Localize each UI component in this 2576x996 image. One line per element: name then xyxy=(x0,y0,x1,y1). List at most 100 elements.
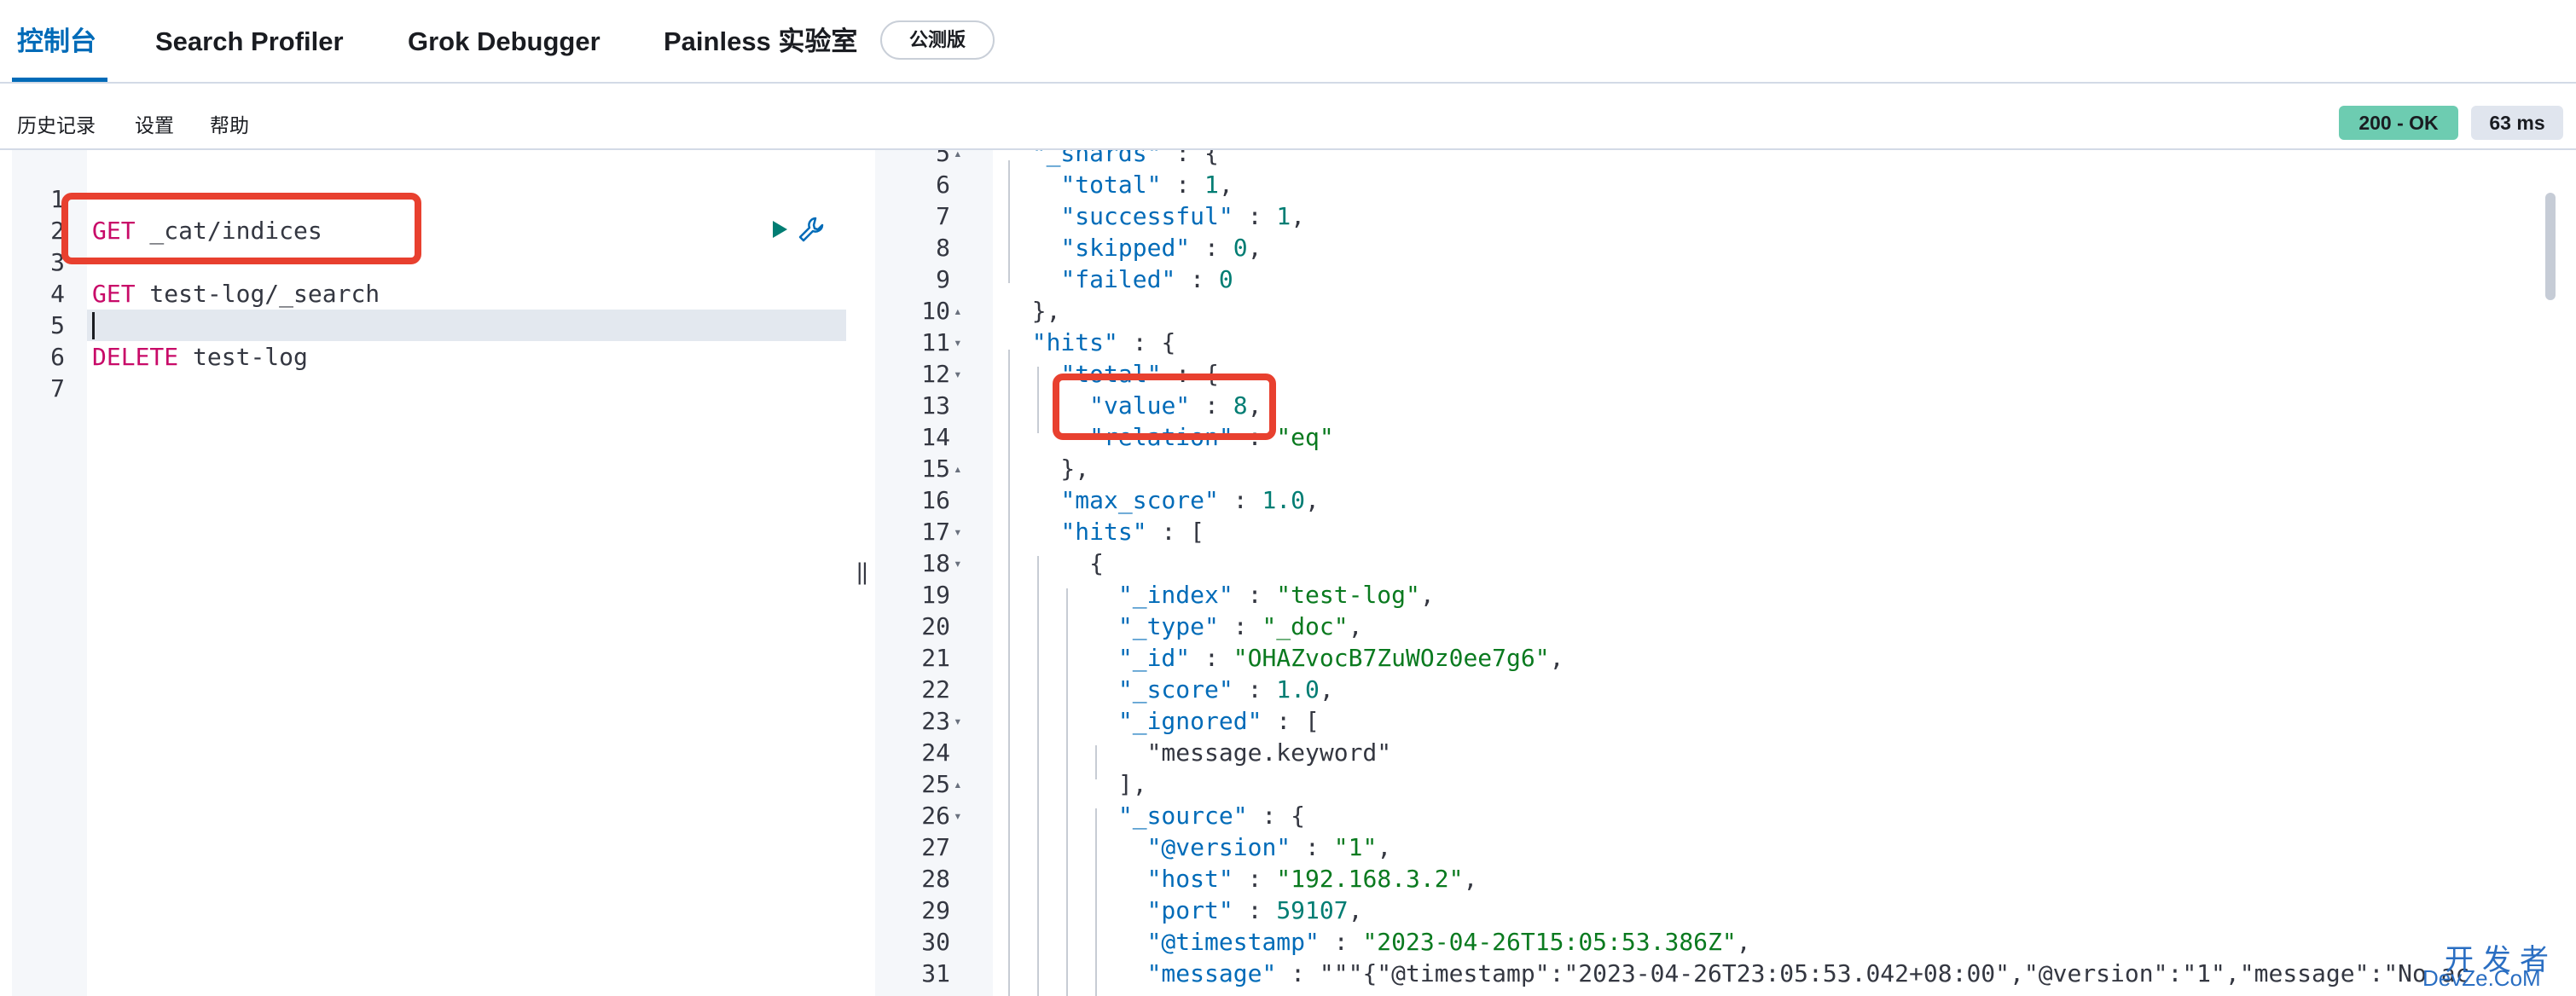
line-number: 25 xyxy=(921,770,950,798)
output-line: 11 ▾ "hits" : { xyxy=(875,327,2576,358)
json-text: "host" : "192.168.3.2", xyxy=(1146,865,1478,893)
json-text: "failed" : 0 xyxy=(1060,265,1233,293)
tab-console[interactable]: 控制台 xyxy=(17,0,96,82)
output-line: 30 "@timestamp" : "2023-04-26T15:05:53.3… xyxy=(875,926,2576,958)
output-line: 22 "_score" : 1.0, xyxy=(875,674,2576,705)
json-text: "_index" : "test-log", xyxy=(1117,581,1435,609)
line-number: 17 xyxy=(921,518,950,546)
json-text: "max_score" : 1.0, xyxy=(1060,486,1320,514)
json-text: ], xyxy=(1003,770,1147,798)
line-number: 18 xyxy=(921,549,950,577)
line-number: 19 xyxy=(921,581,950,609)
fold-toggle-icon[interactable]: ▴ xyxy=(954,453,969,484)
line-number: 28 xyxy=(921,865,950,893)
output-line: 8 "skipped" : 0, xyxy=(875,232,2576,263)
line-number: 7 xyxy=(936,202,950,230)
wrench-icon[interactable] xyxy=(797,215,826,244)
json-text: "@timestamp" : "2023-04-26T15:05:53.386Z… xyxy=(1146,928,1751,956)
json-text: "_source" : { xyxy=(1117,802,1306,830)
history-link[interactable]: 历史记录 xyxy=(17,109,96,138)
json-text: "_score" : 1.0, xyxy=(1117,675,1334,704)
beta-badge: 公测版 xyxy=(880,20,995,60)
tab-search-profiler[interactable]: Search Profiler xyxy=(155,0,344,82)
output-line: 31 "message" : """{"@timestamp":"2023-04… xyxy=(875,958,2576,989)
fold-toggle-icon[interactable]: ▾ xyxy=(954,516,969,547)
json-text: "message.keyword" xyxy=(1003,738,1392,767)
top-tab-bar: 控制台 Search Profiler Grok Debugger Painle… xyxy=(0,0,2576,84)
output-line: 24 "message.keyword" xyxy=(875,737,2576,768)
json-text: { xyxy=(1003,549,1105,577)
editor-line[interactable]: 1 GET _cat/indices xyxy=(12,152,846,245)
editor-line[interactable]: 7 xyxy=(12,341,846,402)
line-number: 21 xyxy=(921,644,950,672)
output-line: 15 ▴ }, xyxy=(875,453,2576,484)
line-number: 24 xyxy=(921,738,950,767)
output-line: 25 ▴ ], xyxy=(875,768,2576,800)
fold-toggle-icon[interactable]: ▾ xyxy=(954,705,969,737)
line-number: 31 xyxy=(921,959,950,987)
line-number: 9 xyxy=(936,265,950,293)
line-number: 13 xyxy=(921,391,950,420)
line-number: 16 xyxy=(921,486,950,514)
response-output[interactable]: 5 ▴ "_shards" : { 6 "total" : 1, 7 "succe… xyxy=(875,150,2576,996)
output-scrollbar[interactable] xyxy=(2545,193,2556,300)
editor-line[interactable]: 6 xyxy=(12,310,846,371)
line-number: 22 xyxy=(921,675,950,704)
request-editor[interactable]: 1 GET _cat/indices 2 3 GET test-log/_sea… xyxy=(12,150,846,996)
line-number: 30 xyxy=(921,928,950,956)
fold-toggle-icon[interactable]: ▴ xyxy=(954,768,969,800)
output-line: 7 "successful" : 1, xyxy=(875,200,2576,232)
tab-grok-debugger[interactable]: Grok Debugger xyxy=(408,0,600,82)
output-line: 27 "@version" : "1", xyxy=(875,831,2576,863)
json-text: "skipped" : 0, xyxy=(1060,234,1262,262)
fold-toggle-icon[interactable]: ▴ xyxy=(954,295,969,327)
line-number: 7 xyxy=(50,374,65,402)
line-number: 20 xyxy=(921,612,950,640)
output-line: 26 ▾ "_source" : { xyxy=(875,800,2576,831)
line-number: 27 xyxy=(921,833,950,861)
highlight-annotation-request xyxy=(61,193,421,264)
active-tab-indicator xyxy=(12,78,107,82)
json-text: "hits" : [ xyxy=(1060,518,1205,546)
json-text: "successful" : 1, xyxy=(1060,202,1306,230)
json-text: "total" : 1, xyxy=(1060,171,1233,199)
fold-toggle-icon[interactable]: ▾ xyxy=(954,358,969,390)
fold-toggle-icon[interactable]: ▾ xyxy=(954,800,969,831)
output-line: 5 ▴ "_shards" : { xyxy=(875,150,2576,169)
output-line: 6 "total" : 1, xyxy=(875,169,2576,200)
output-line: 19 "_index" : "test-log", xyxy=(875,579,2576,611)
resizer-grip-icon[interactable]: ‖ xyxy=(856,559,869,585)
line-number: 5 xyxy=(936,150,950,167)
tab-painless-lab[interactable]: Painless 实验室 xyxy=(664,0,857,82)
output-line: 23 ▾ "_ignored" : [ xyxy=(875,705,2576,737)
output-line: 17 ▾ "hits" : [ xyxy=(875,516,2576,547)
output-line: 16 "max_score" : 1.0, xyxy=(875,484,2576,516)
output-line: 28 "host" : "192.168.3.2", xyxy=(875,863,2576,895)
watermark-subtext: DevZe.CoM xyxy=(2422,965,2541,991)
line-number: 11 xyxy=(921,328,950,356)
request-time-badge: 63 ms xyxy=(2471,106,2563,140)
fold-toggle-icon[interactable]: ▾ xyxy=(954,547,969,579)
output-line: 18 ▾ { xyxy=(875,547,2576,579)
json-text: "@version" : "1", xyxy=(1146,833,1392,861)
status-badge: 200 - OK xyxy=(2339,106,2458,140)
help-link[interactable]: 帮助 xyxy=(210,109,249,138)
fold-toggle-icon[interactable]: ▴ xyxy=(954,150,969,169)
json-text: "_type" : "_doc", xyxy=(1117,612,1363,640)
output-line: 29 "port" : 59107, xyxy=(875,895,2576,926)
settings-link[interactable]: 设置 xyxy=(135,109,174,138)
highlight-annotation-value xyxy=(1053,374,1276,440)
editor-line[interactable]: 5 DELETE test-log xyxy=(12,278,846,371)
line-number: 15 xyxy=(921,455,950,483)
play-icon[interactable] xyxy=(766,217,792,242)
fold-toggle-icon[interactable]: ▾ xyxy=(954,327,969,358)
line-number: 23 xyxy=(921,707,950,735)
json-text: }, xyxy=(1003,297,1061,325)
output-line: 21 "_id" : "OHAZvocB7ZuWOz0ee7g6", xyxy=(875,642,2576,674)
line-number: 6 xyxy=(936,171,950,199)
json-text: }, xyxy=(1003,455,1090,483)
json-text: "hits" : { xyxy=(1031,328,1176,356)
text-caret xyxy=(92,312,95,339)
json-text: "port" : 59107, xyxy=(1146,896,1363,924)
json-text: "_shards" : { xyxy=(1031,150,1219,167)
